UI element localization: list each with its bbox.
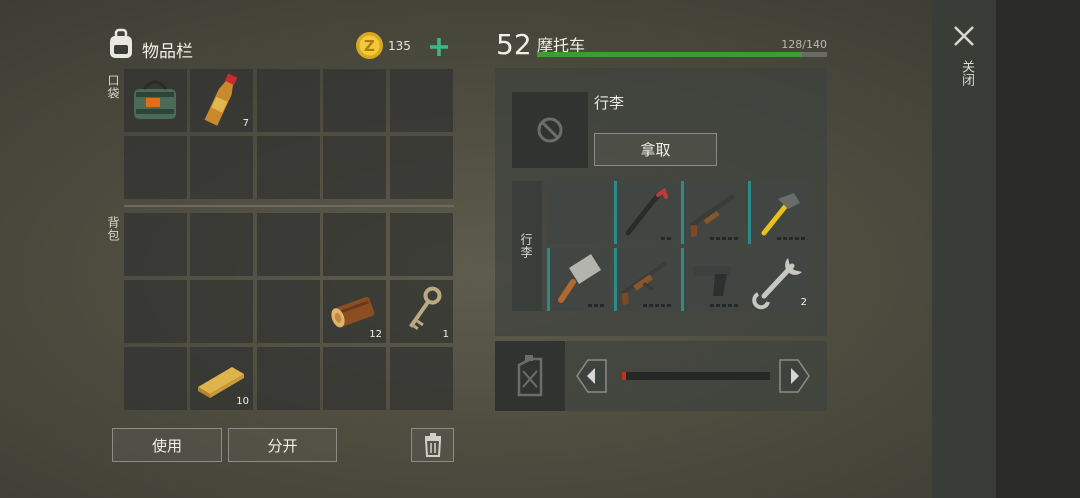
pistol-icon <box>693 266 731 296</box>
durability-bar <box>537 52 827 57</box>
close-icon <box>954 26 974 46</box>
close-button[interactable]: 关闭 <box>950 22 978 112</box>
item-count: 1 <box>442 329 449 340</box>
inventory-slot[interactable] <box>190 213 253 276</box>
vehicle-slot[interactable] <box>614 248 677 311</box>
backpack-icon <box>106 28 136 60</box>
inventory-slot[interactable] <box>390 213 453 276</box>
inventory-slot[interactable] <box>390 136 453 199</box>
inventory-slot[interactable] <box>257 69 320 132</box>
use-button[interactable]: 使用 <box>112 428 222 462</box>
fuel-decrease-button[interactable] <box>576 359 608 393</box>
item-count: 10 <box>236 396 249 407</box>
storage-label-box: 行李 <box>512 181 542 311</box>
cleaver-icon <box>558 254 601 303</box>
hammer-icon <box>761 193 800 236</box>
vehicle-slot[interactable]: 2 <box>748 248 811 311</box>
inventory-slot[interactable] <box>390 347 453 410</box>
inventory-slot[interactable] <box>124 280 187 343</box>
inventory-slot[interactable] <box>323 69 386 132</box>
item-count: 2 <box>800 297 807 308</box>
inventory-slot[interactable] <box>323 213 386 276</box>
inventory-slot[interactable]: 1 <box>390 280 453 343</box>
inventory-slot[interactable]: 10 <box>190 347 253 410</box>
durability-fill <box>537 52 803 57</box>
ammo-bag-icon <box>134 80 176 119</box>
inventory-slot[interactable] <box>323 136 386 199</box>
split-button[interactable]: 分开 <box>228 428 337 462</box>
luggage-slot[interactable] <box>512 92 588 168</box>
pocket-label: 口袋 <box>106 74 120 100</box>
arrow-left-icon <box>576 359 607 393</box>
vehicle-durability-text: 128/140 <box>781 38 827 51</box>
fuel-slider-fill <box>622 372 626 380</box>
item-count: 12 <box>369 329 382 340</box>
vehicle-slot[interactable] <box>614 181 677 244</box>
inventory-slot[interactable]: 7 <box>190 69 253 132</box>
fuel-canister-icon <box>517 355 543 397</box>
inventory-slot[interactable] <box>257 213 320 276</box>
rifle-icon <box>620 261 668 306</box>
vehicle-slot[interactable] <box>547 248 610 311</box>
crowbar-icon <box>625 187 668 236</box>
take-button[interactable]: 拿取 <box>594 133 717 166</box>
inventory-slot[interactable] <box>390 69 453 132</box>
inventory-slot[interactable] <box>124 213 187 276</box>
item-count: 7 <box>242 118 249 129</box>
coin-count: 135 <box>388 39 411 53</box>
backpack-label: 背包 <box>106 216 120 242</box>
plus-icon <box>430 38 448 56</box>
vehicle-slot[interactable] <box>681 248 744 311</box>
fuel-slider-track[interactable] <box>622 372 770 380</box>
trash-icon <box>424 433 441 457</box>
inventory-slot[interactable] <box>124 347 187 410</box>
vehicle-slot[interactable] <box>547 181 610 244</box>
add-coins-button[interactable] <box>425 34 453 60</box>
luggage-title: 行李 <box>594 94 625 112</box>
inventory-slot[interactable] <box>257 136 320 199</box>
coin-icon: Z <box>355 31 384 60</box>
screen-edge <box>996 0 1080 498</box>
inventory-title: 物品栏 <box>142 42 193 62</box>
close-label: 关闭 <box>959 60 974 86</box>
vehicle-slot[interactable] <box>748 181 811 244</box>
section-divider <box>124 205 454 207</box>
vehicle-slot[interactable] <box>681 181 744 244</box>
arrow-right-icon <box>779 359 810 393</box>
inventory-slot[interactable] <box>190 136 253 199</box>
inventory-slot[interactable] <box>323 347 386 410</box>
blocked-icon <box>537 117 563 143</box>
delete-button[interactable] <box>411 428 454 462</box>
inventory-slot[interactable] <box>257 280 320 343</box>
fuel-increase-button[interactable] <box>778 359 810 393</box>
storage-label: 行李 <box>519 233 533 259</box>
inventory-slot[interactable] <box>124 136 187 199</box>
svg-text:Z: Z <box>364 37 375 55</box>
shotgun-icon <box>689 194 735 238</box>
inventory-slot[interactable] <box>124 69 187 132</box>
inventory-slot[interactable] <box>190 280 253 343</box>
vehicle-level: 52 <box>496 28 532 61</box>
fuel-slot[interactable] <box>495 341 565 411</box>
inventory-slot[interactable]: 12 <box>323 280 386 343</box>
inventory-slot[interactable] <box>257 347 320 410</box>
